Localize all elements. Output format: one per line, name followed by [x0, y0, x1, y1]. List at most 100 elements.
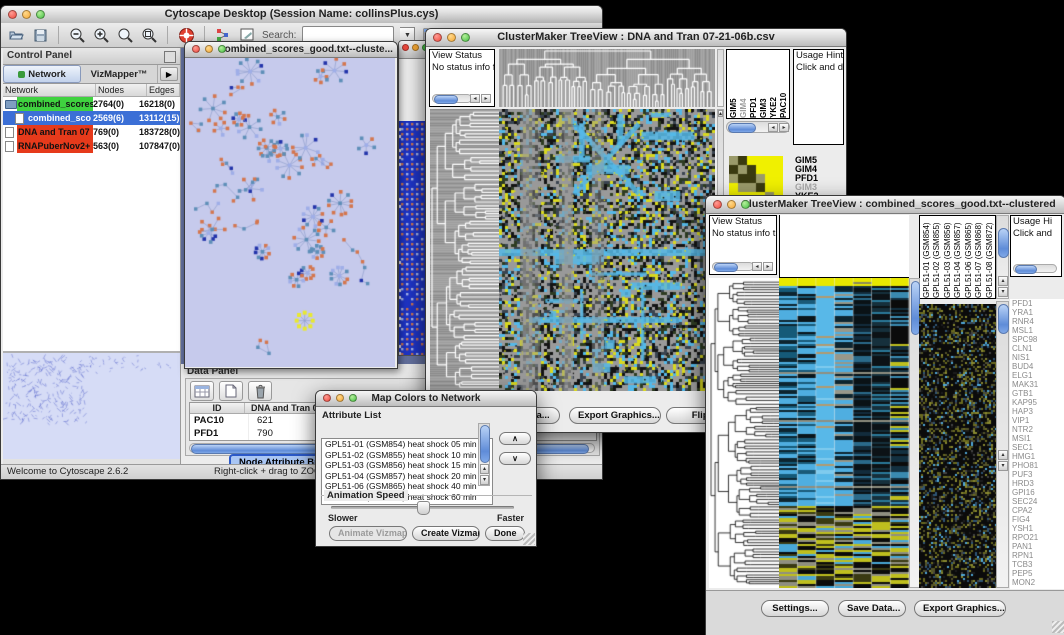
tv2-gene-label[interactable]: RPN1	[1012, 551, 1064, 560]
scroll-left-icon[interactable]: ◂	[470, 94, 480, 103]
tv2-gene-label[interactable]: FIG4	[1012, 515, 1064, 524]
resize-grip[interactable]	[523, 533, 535, 545]
open-file-icon[interactable]	[7, 26, 25, 44]
scroll-right-icon[interactable]: ▸	[481, 94, 491, 103]
zoom-in-icon[interactable]	[92, 26, 110, 44]
tv1-column-label[interactable]: YKE2	[769, 50, 779, 118]
tv2-gene-label[interactable]: YSH1	[1012, 524, 1064, 533]
tv2-gene-label[interactable]: HMG1	[1012, 452, 1064, 461]
move-down-button[interactable]: ∨	[499, 452, 531, 465]
zoom-window-icon[interactable]	[218, 45, 226, 53]
zoom-selected-icon[interactable]	[140, 26, 158, 44]
tv2-usage-scrollbar[interactable]	[1013, 264, 1057, 273]
scroll-down-icon[interactable]: ▾	[998, 287, 1008, 297]
tv2-gene-label[interactable]: MSI1	[1012, 434, 1064, 443]
tv2-gene-label[interactable]: PHO81	[1012, 461, 1064, 470]
tv2-gene-label[interactable]: CLN1	[1012, 344, 1064, 353]
tv2-gene-label[interactable]: PUF3	[1012, 470, 1064, 479]
tv1-column-label[interactable]: GIM5	[729, 50, 739, 118]
tv2-column-dendrogram-area[interactable]	[779, 215, 909, 278]
tv2-gene-label[interactable]: HAP3	[1012, 407, 1064, 416]
tv2-gene-label[interactable]: ELG1	[1012, 371, 1064, 380]
zoom-window-icon[interactable]	[741, 200, 750, 209]
tv2-gene-label[interactable]: CPA2	[1012, 506, 1064, 515]
tv2-gene-label[interactable]: RPO21	[1012, 533, 1064, 542]
attribute-list-item[interactable]: GPL51-04 (GSM857) heat shock 20 min	[322, 471, 492, 482]
zoom-out-icon[interactable]	[68, 26, 86, 44]
minimize-icon[interactable]	[336, 394, 344, 402]
network-table-row[interactable]: combined_sco 2569(6) 13112(15)	[3, 111, 180, 125]
close-icon[interactable]	[192, 45, 200, 53]
tv1-thin-vscroll-top[interactable]	[717, 49, 724, 107]
tv2-heatmap[interactable]	[779, 278, 909, 588]
attribute-list-item[interactable]: GPL51-03 (GSM856) heat shock 15 min	[322, 460, 492, 471]
attribute-select-icon[interactable]	[190, 381, 214, 401]
tv2-status-scrollbar[interactable]	[712, 262, 754, 271]
close-icon[interactable]	[713, 200, 722, 209]
zoom-window-icon[interactable]	[461, 33, 470, 42]
minimize-icon[interactable]	[205, 45, 213, 53]
tv2-row-dendrogram[interactable]	[709, 278, 779, 588]
tv2-column-label[interactable]: GPL51-01 (GSM854)	[922, 216, 932, 298]
scroll-left-icon[interactable]: ◂	[768, 123, 778, 132]
birdseye-view-canvas[interactable]	[3, 353, 180, 459]
save-icon[interactable]	[31, 26, 49, 44]
tv2-gene-label[interactable]: TCB3	[1012, 560, 1064, 569]
tv2-column-label[interactable]: GPL51-04 (GSM857)	[953, 216, 963, 298]
tv2-gene-label[interactable]: BUD4	[1012, 362, 1064, 371]
tab-network[interactable]: Network	[3, 65, 81, 83]
treeview2-button[interactable]: Export Graphics...	[914, 600, 1006, 617]
network-graph-canvas[interactable]	[185, 58, 395, 367]
tv2-gene-label[interactable]: MON2	[1012, 578, 1064, 587]
resize-grip[interactable]	[1052, 621, 1064, 633]
birdseye-panel[interactable]	[3, 353, 180, 459]
float-panel-icon[interactable]	[164, 51, 176, 63]
tv2-gene-label[interactable]: PAN1	[1012, 542, 1064, 551]
tv2-gene-label[interactable]: MAK31	[1012, 380, 1064, 389]
tv1-status-scrollbar[interactable]	[432, 94, 472, 103]
close-icon[interactable]	[8, 10, 17, 19]
network-table-row[interactable]: DNA and Tran 07 769(0) 183728(0)	[3, 125, 180, 139]
tv2-gene-label[interactable]: HRD3	[1012, 479, 1064, 488]
tv2-gene-label[interactable]: YRA1	[1012, 308, 1064, 317]
tab-overflow-icon[interactable]: ▶	[160, 67, 178, 81]
slider-thumb-icon[interactable]	[417, 501, 430, 515]
scroll-down-icon[interactable]: ▾	[998, 461, 1008, 471]
tv2-column-label[interactable]: GPL51-03 (GSM856)	[943, 216, 953, 298]
zoom-fit-icon[interactable]	[116, 26, 134, 44]
create-vizmap-button[interactable]: Create Vizmap	[412, 526, 480, 541]
tv1-column-label[interactable]: GIM4	[739, 50, 749, 118]
tv2-gene-label[interactable]: NIS1	[1012, 353, 1064, 362]
treeview2-button[interactable]: Save Data...	[838, 600, 906, 617]
minimize-icon[interactable]	[22, 10, 31, 19]
tab-vizmapper[interactable]: VizMapper™	[81, 65, 158, 83]
tv1-column-dendrogram[interactable]	[499, 49, 715, 107]
tv2-column-label[interactable]: GPL51-02 (GSM855)	[932, 216, 942, 298]
move-up-button[interactable]: ∧	[499, 432, 531, 445]
tv2-gene-label[interactable]: RNR4	[1012, 317, 1064, 326]
attribute-list-item[interactable]: GPL51-01 (GSM854) heat shock 05 min	[322, 439, 492, 450]
new-attribute-icon[interactable]	[219, 381, 243, 401]
tv1-labels-hscrollbar[interactable]: ◂ ▸	[726, 121, 790, 133]
done-button[interactable]: Done	[485, 526, 525, 541]
tv1-column-label[interactable]: GIM3	[759, 50, 769, 118]
scroll-up-icon[interactable]: ▴	[480, 464, 489, 474]
tv2-gene-label[interactable]: SEC1	[1012, 443, 1064, 452]
minimize-icon[interactable]	[447, 33, 456, 42]
tv2-gene-label[interactable]: VIP1	[1012, 416, 1064, 425]
tv2-column-label[interactable]: GPL51-08 (GSM872)	[985, 216, 995, 298]
close-icon[interactable]	[323, 394, 331, 402]
tv2-secondary-heatmap[interactable]	[919, 304, 996, 588]
scroll-up-icon[interactable]: ▴	[998, 276, 1008, 286]
scroll-right-icon[interactable]: ▸	[763, 262, 773, 271]
tv2-gene-label[interactable]: KAP95	[1012, 398, 1064, 407]
close-icon[interactable]	[402, 44, 409, 51]
tv1-row-dendrogram[interactable]	[430, 109, 499, 391]
tv2-gene-label[interactable]: NTR2	[1012, 425, 1064, 434]
scroll-down-icon[interactable]: ▾	[480, 475, 489, 485]
attribute-list-scrollbar[interactable]: ▴ ▾	[478, 423, 490, 486]
scroll-up-icon[interactable]: ▴	[718, 110, 723, 117]
minimize-icon[interactable]	[412, 44, 419, 51]
attribute-list-item[interactable]: GPL51-02 (GSM855) heat shock 10 min	[322, 450, 492, 461]
tv2-gene-label[interactable]: PFD1	[1012, 299, 1064, 308]
